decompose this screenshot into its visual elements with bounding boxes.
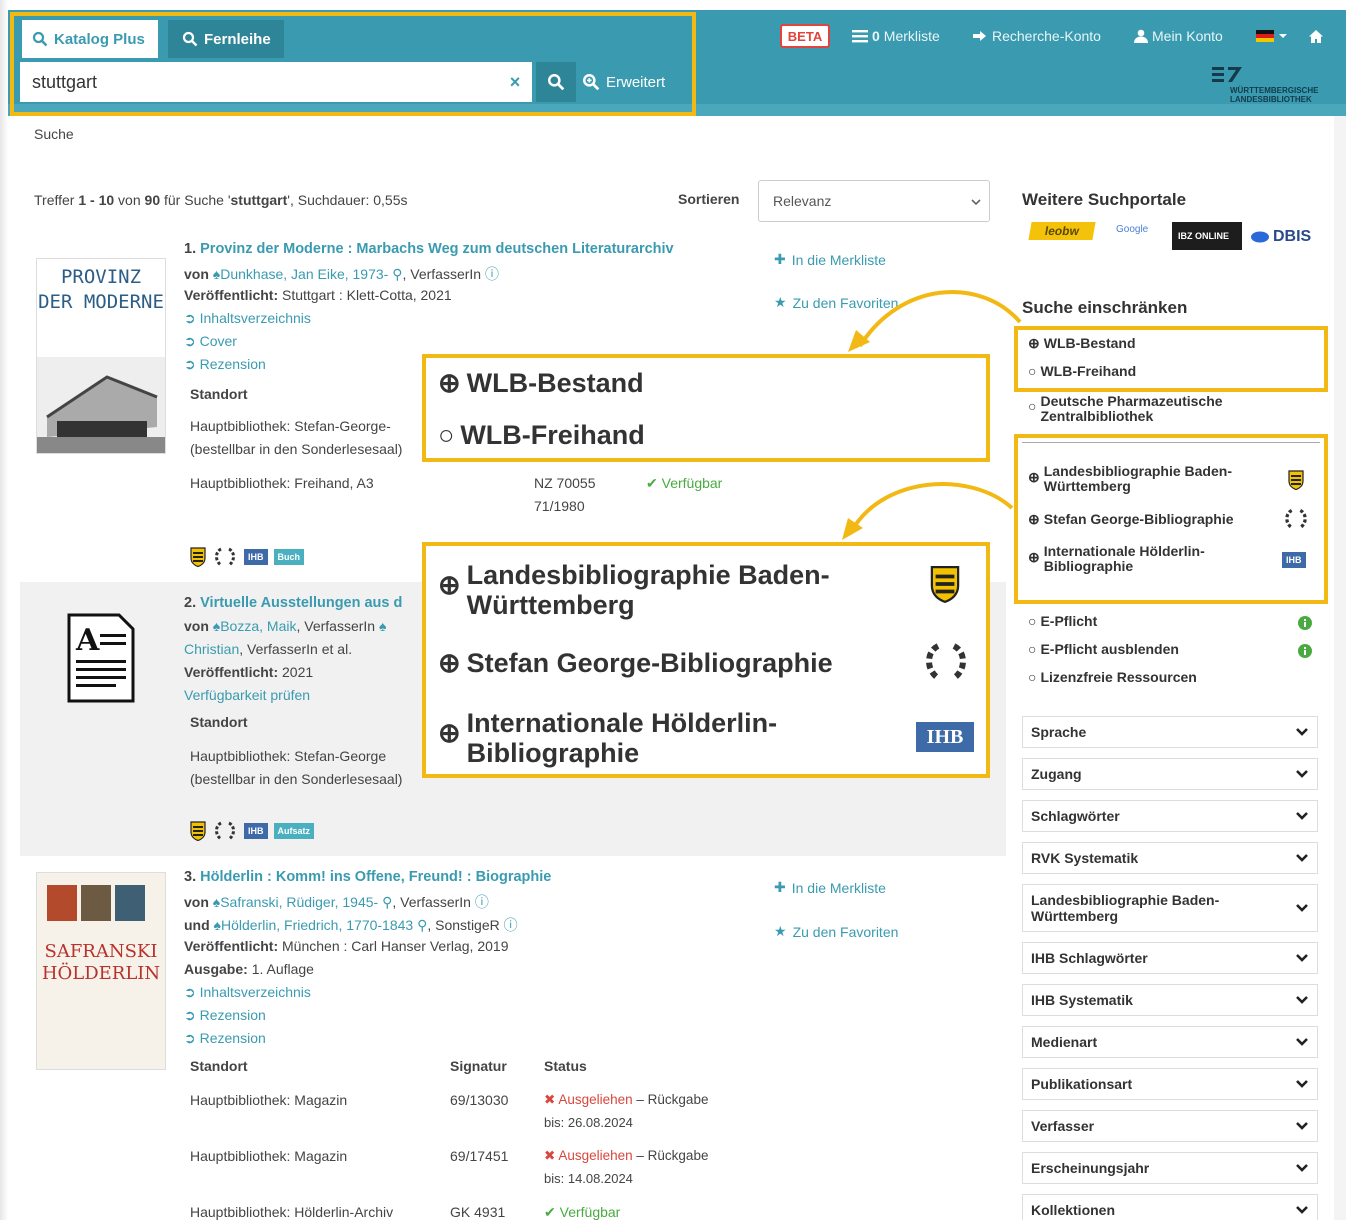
callout-arrows [842, 290, 1022, 540]
